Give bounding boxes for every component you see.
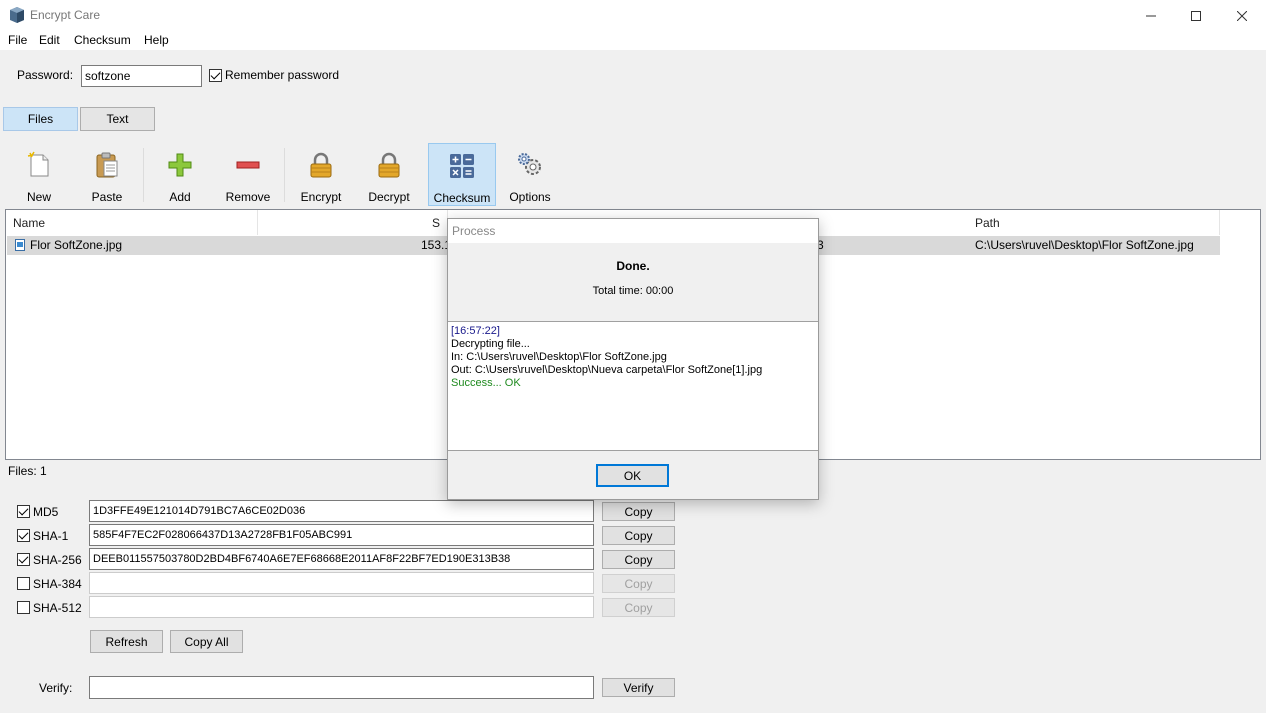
dialog-title-bar: Process	[448, 219, 818, 243]
sha384-copy-button[interactable]: Copy	[602, 574, 675, 593]
sha1-field[interactable]: 585F4F7EC2F028066437D13A2728FB1F05ABC991	[89, 524, 594, 546]
column-header-name[interactable]: Name	[6, 210, 258, 235]
dialog-log[interactable]: [16:57:22] Decrypting file... In: C:\Use…	[448, 321, 818, 451]
copy-all-button[interactable]: Copy All	[170, 630, 243, 653]
add-label: Add	[169, 190, 191, 204]
menu-checksum[interactable]: Checksum	[74, 33, 131, 47]
log-line: Out: C:\Users\ruvel\Desktop\Nueva carpet…	[451, 364, 763, 376]
log-line: [16:57:22]	[451, 325, 500, 337]
remove-label: Remove	[225, 190, 271, 204]
dialog-status: Done.	[616, 259, 650, 273]
sha512-label: SHA-512	[33, 601, 82, 615]
tab-files[interactable]: Files	[3, 107, 78, 131]
remove-button[interactable]: Remove	[214, 143, 282, 206]
options-label: Options	[509, 190, 551, 204]
file-name: Flor SoftZone.jpg	[30, 238, 123, 252]
title-bar: Encrypt Care	[0, 0, 1266, 31]
new-button[interactable]: New	[5, 143, 73, 206]
remove-minus-icon	[236, 161, 260, 169]
decrypt-button[interactable]: Decrypt	[355, 143, 423, 206]
files-count: Files: 1	[8, 464, 47, 478]
maximize-button[interactable]	[1173, 0, 1219, 31]
md5-field[interactable]: 1D3FFE49E121014D791BC7A6CE02D036	[89, 500, 594, 522]
toolbar-separator	[143, 148, 144, 202]
paste-icon	[96, 152, 118, 178]
md5-checkbox[interactable]	[17, 505, 30, 518]
minimize-icon	[1146, 15, 1156, 16]
checksum-label: Checksum	[433, 191, 491, 205]
sha256-checkbox[interactable]	[17, 553, 30, 566]
dialog-ok-button[interactable]: OK	[596, 464, 669, 487]
column-header-size[interactable]: S	[258, 210, 448, 235]
lock-icon	[310, 152, 332, 178]
options-button[interactable]: Options	[496, 143, 564, 206]
password-label: Password:	[17, 68, 74, 82]
paste-button[interactable]: Paste	[73, 143, 141, 206]
sha384-label: SHA-384	[33, 577, 82, 591]
log-line: In: C:\Users\ruvel\Desktop\Flor SoftZone…	[451, 351, 667, 363]
verify-button[interactable]: Verify	[602, 678, 675, 697]
password-input[interactable]: softzone	[81, 65, 202, 87]
menu-help[interactable]: Help	[144, 33, 169, 47]
sha1-label: SHA-1	[33, 529, 69, 543]
sha1-copy-button[interactable]: Copy	[602, 526, 675, 545]
sha256-field[interactable]: DEEB011557503780D2BD4BF6740A6E7EF68668E2…	[89, 548, 594, 570]
menu-edit[interactable]: Edit	[39, 33, 60, 47]
sha1-checkbox[interactable]	[17, 529, 30, 542]
remember-password-checkbox[interactable]	[209, 69, 222, 82]
dialog-total-time: Total time: 00:00	[592, 285, 674, 297]
process-dialog: Process Done. Total time: 00:00 [16:57:2…	[447, 218, 819, 500]
verify-label: Verify:	[39, 681, 73, 695]
refresh-button[interactable]: Refresh	[90, 630, 163, 653]
gears-icon	[518, 153, 541, 175]
window-title: Encrypt Care	[30, 8, 101, 22]
tab-text[interactable]: Text	[80, 107, 155, 131]
remember-password-label: Remember password	[225, 68, 340, 82]
maximize-icon	[1191, 10, 1201, 21]
log-line: Success... OK	[451, 377, 521, 389]
sha512-checkbox[interactable]	[17, 601, 30, 614]
menu-bar: File Edit Checksum Help	[0, 31, 1266, 50]
md5-copy-button[interactable]: Copy	[602, 502, 675, 521]
dialog-title: Process	[452, 224, 496, 238]
image-file-icon	[15, 239, 25, 251]
toolbar-separator	[284, 148, 285, 202]
encrypt-label: Encrypt	[300, 190, 342, 204]
log-line: Decrypting file...	[451, 338, 530, 350]
sha384-checkbox[interactable]	[17, 577, 30, 590]
add-button[interactable]: Add	[146, 143, 214, 206]
calculator-icon	[450, 154, 474, 178]
add-plus-icon	[168, 153, 192, 177]
new-file-icon	[27, 151, 49, 177]
decrypt-label: Decrypt	[368, 190, 410, 204]
md5-label: MD5	[33, 505, 59, 519]
app-icon	[10, 7, 24, 23]
sha256-copy-button[interactable]: Copy	[602, 550, 675, 569]
close-button[interactable]	[1219, 0, 1265, 31]
unlock-icon	[378, 152, 400, 178]
close-icon	[1237, 10, 1247, 21]
sha256-label: SHA-256	[33, 553, 82, 567]
new-label: New	[26, 190, 51, 204]
encrypt-button[interactable]: Encrypt	[287, 143, 355, 206]
verify-input[interactable]	[89, 676, 594, 699]
menu-file[interactable]: File	[8, 33, 27, 47]
minimize-button[interactable]	[1128, 0, 1174, 31]
paste-label: Paste	[91, 190, 123, 204]
file-path: C:\Users\ruvel\Desktop\Flor SoftZone.jpg	[975, 238, 1194, 252]
sha512-field[interactable]	[89, 596, 594, 618]
sha384-field[interactable]	[89, 572, 594, 594]
column-header-path[interactable]: Path	[968, 210, 1220, 235]
sha512-copy-button[interactable]: Copy	[602, 598, 675, 617]
checksum-button[interactable]: Checksum	[428, 143, 496, 206]
